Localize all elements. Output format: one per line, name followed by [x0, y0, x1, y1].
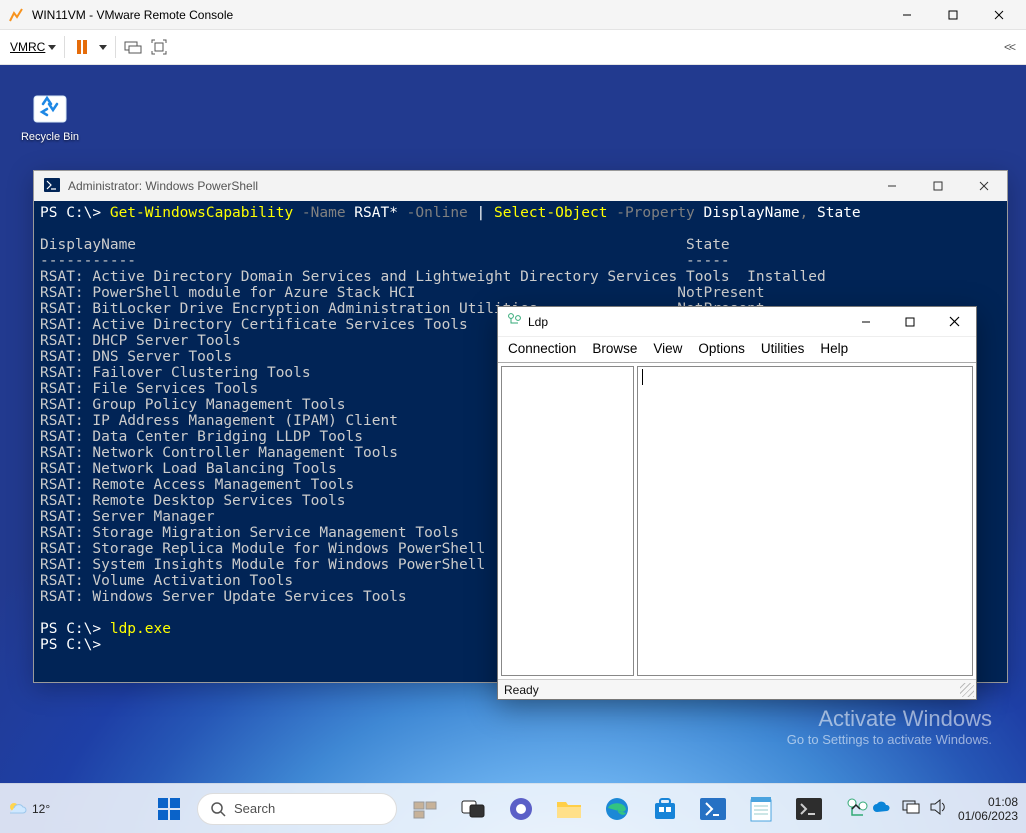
search-box[interactable]: Search	[197, 793, 397, 825]
weather-temp: 12°	[32, 802, 50, 816]
fullscreen-button[interactable]	[150, 38, 168, 56]
maximize-button[interactable]	[930, 1, 976, 29]
text-cursor	[642, 369, 643, 385]
window-title: WIN11VM - VMware Remote Console	[32, 8, 233, 22]
chevron-down-icon[interactable]	[99, 45, 107, 50]
close-button[interactable]	[976, 1, 1022, 29]
recycle-bin-label: Recycle Bin	[10, 131, 90, 143]
clock[interactable]: 01:08 01/06/2023	[958, 795, 1018, 823]
minimize-button[interactable]	[869, 172, 915, 200]
maximize-button[interactable]	[915, 172, 961, 200]
pause-button[interactable]	[73, 38, 91, 56]
file-explorer-icon[interactable]	[549, 789, 589, 829]
menu-help[interactable]: Help	[820, 341, 848, 356]
volume-icon[interactable]	[930, 799, 948, 818]
collapse-button[interactable]: <<	[1004, 40, 1014, 54]
close-button[interactable]	[961, 172, 1007, 200]
date-text: 01/06/2023	[958, 809, 1018, 823]
ldp-titlebar[interactable]: Ldp	[498, 307, 976, 337]
activate-sub: Go to Settings to activate Windows.	[787, 732, 992, 747]
window-controls	[844, 308, 976, 336]
system-tray: 01:08 01/06/2023	[850, 795, 1018, 823]
task-view-icon[interactable]	[453, 789, 493, 829]
ldp-window: Ldp Connection Browse View Options Utili…	[497, 306, 977, 700]
terminal-icon[interactable]	[789, 789, 829, 829]
maximize-button[interactable]	[888, 308, 932, 336]
divider	[115, 36, 116, 58]
powershell-title-text: Administrator: Windows PowerShell	[68, 179, 258, 193]
activate-windows-watermark: Activate Windows Go to Settings to activ…	[787, 706, 992, 747]
search-icon	[210, 801, 226, 817]
start-button[interactable]	[149, 789, 189, 829]
resize-grip[interactable]	[960, 683, 974, 697]
menu-browse[interactable]: Browse	[592, 341, 637, 356]
minimize-button[interactable]	[884, 1, 930, 29]
send-cad-button[interactable]	[124, 38, 142, 56]
window-controls	[869, 172, 1007, 200]
search-placeholder: Search	[234, 801, 275, 816]
powershell-icon	[44, 178, 60, 195]
vmware-toolbar: VMRC <<	[0, 30, 1026, 65]
store-icon[interactable]	[645, 789, 685, 829]
menu-view[interactable]: View	[653, 341, 682, 356]
windows-desktop[interactable]: Recycle Bin Administrator: Windows Power…	[0, 65, 1026, 833]
ldp-tree-pane[interactable]	[501, 366, 634, 676]
menu-options[interactable]: Options	[698, 341, 745, 356]
close-button[interactable]	[932, 308, 976, 336]
vm-viewport: Recycle Bin Administrator: Windows Power…	[0, 65, 1026, 833]
vmrc-menu[interactable]: VMRC	[10, 40, 56, 54]
explorer-mini-icon[interactable]	[405, 789, 445, 829]
divider	[64, 36, 65, 58]
status-text: Ready	[504, 683, 539, 697]
time-text: 01:08	[958, 795, 1018, 809]
vmware-window: WIN11VM - VMware Remote Console VMRC	[0, 0, 1026, 833]
copilot-icon[interactable]	[501, 789, 541, 829]
weather-widget[interactable]: 12°	[6, 798, 50, 820]
ldp-menubar: Connection Browse View Options Utilities…	[498, 337, 976, 362]
recycle-bin-icon[interactable]: Recycle Bin	[10, 83, 90, 143]
edge-icon[interactable]	[597, 789, 637, 829]
ldp-statusbar: Ready	[498, 679, 976, 699]
activate-title: Activate Windows	[787, 706, 992, 732]
network-icon[interactable]	[902, 799, 920, 818]
vmware-titlebar: WIN11VM - VMware Remote Console	[0, 0, 1026, 30]
minimize-button[interactable]	[844, 308, 888, 336]
powershell-taskbar-icon[interactable]	[693, 789, 733, 829]
menu-connection[interactable]: Connection	[508, 341, 576, 356]
window-controls	[884, 1, 1022, 29]
menu-utilities[interactable]: Utilities	[761, 341, 805, 356]
ldp-body	[498, 362, 976, 679]
taskbar: 12° Search	[0, 783, 1026, 833]
chevron-down-icon	[48, 45, 56, 50]
ldp-output-pane[interactable]	[637, 366, 973, 676]
tray-overflow-icon[interactable]	[850, 801, 862, 816]
powershell-titlebar[interactable]: Administrator: Windows PowerShell	[34, 171, 1007, 201]
notepad-icon[interactable]	[741, 789, 781, 829]
vmware-icon	[8, 7, 24, 23]
ldp-icon	[506, 312, 522, 331]
onedrive-icon[interactable]	[872, 800, 892, 817]
ldp-title-text: Ldp	[528, 315, 548, 329]
